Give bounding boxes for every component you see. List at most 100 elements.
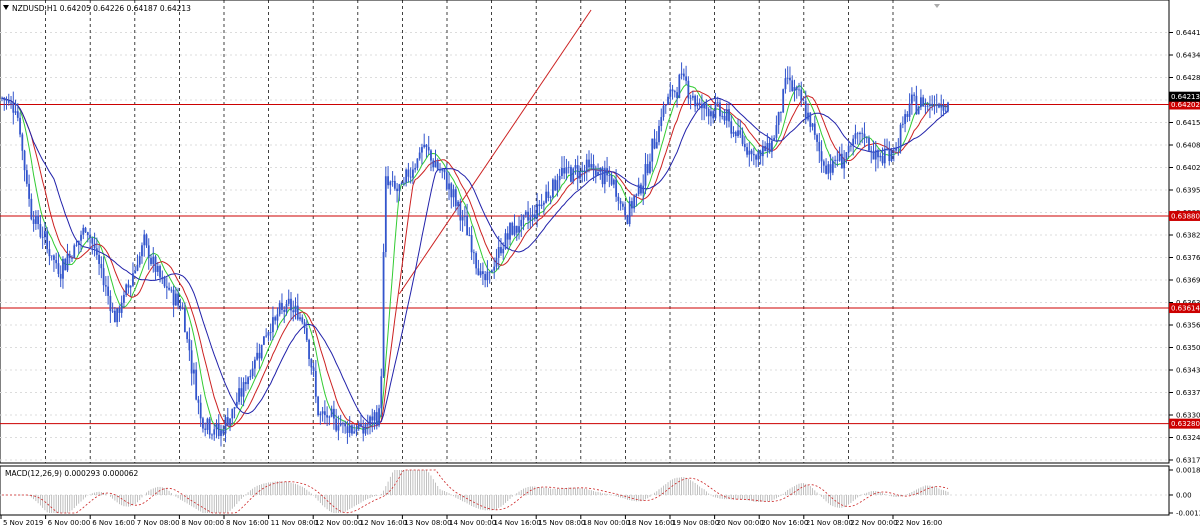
- candle-body: [111, 310, 114, 312]
- candle-body: [21, 134, 24, 151]
- candle-body: [314, 371, 317, 397]
- candle-body: [653, 138, 656, 149]
- candle-body: [409, 176, 412, 178]
- candle-body: [719, 102, 721, 117]
- candle-body: [475, 253, 478, 269]
- candle-body: [16, 111, 19, 118]
- x-tick-label: 12 Nov 16:00: [360, 519, 407, 527]
- candle-body: [188, 339, 191, 351]
- candle-body: [262, 336, 265, 345]
- candle-body: [678, 74, 681, 98]
- candle-body: [109, 295, 112, 311]
- candle-body: [748, 150, 751, 155]
- candle-body: [820, 151, 823, 162]
- candle-body: [134, 270, 137, 274]
- chart-svg: 0.644100.643450.642800.642150.641500.640…: [0, 0, 1200, 527]
- candle-body: [405, 169, 408, 183]
- y-tick-label: 0.63500: [1176, 344, 1200, 352]
- candle-body: [520, 219, 523, 227]
- candle-body: [549, 197, 552, 199]
- candle-body: [922, 97, 925, 107]
- candle-body: [400, 182, 403, 185]
- candle-body: [825, 165, 827, 174]
- candle-body: [915, 95, 918, 115]
- candle-body: [348, 425, 351, 433]
- candle-body: [364, 424, 367, 434]
- candle-body: [633, 195, 636, 209]
- candle-body: [716, 102, 719, 104]
- candle-body: [378, 408, 380, 426]
- candle-body: [118, 308, 121, 313]
- candle-body: [694, 95, 697, 107]
- candle-body: [154, 256, 157, 272]
- candle-body: [5, 99, 8, 101]
- candle-body: [687, 80, 690, 99]
- candle-body: [644, 164, 647, 186]
- candle-body: [705, 103, 708, 109]
- candle-body: [12, 102, 15, 113]
- candle-body: [664, 104, 667, 106]
- candle-body: [840, 153, 843, 169]
- candle-body: [305, 328, 308, 340]
- candle-body: [511, 222, 514, 235]
- candle-body: [215, 423, 218, 430]
- candle-body: [143, 234, 146, 246]
- candle-body: [752, 153, 755, 156]
- candle-body: [558, 175, 561, 181]
- x-tick-label: 20 Nov 16:00: [761, 519, 808, 527]
- level-badge-label: 0.63614: [1171, 305, 1200, 313]
- y-tick-label: 0.63825: [1176, 232, 1200, 240]
- candle-body: [872, 151, 875, 160]
- candle-body: [766, 143, 769, 152]
- candle-body: [570, 166, 572, 182]
- candle-body: [809, 112, 812, 127]
- main-plot-area[interactable]: [0, 0, 1170, 464]
- candle-body: [513, 225, 516, 235]
- y-tick-label: 0.63760: [1176, 254, 1200, 262]
- candle-body: [926, 105, 929, 107]
- candle-body: [594, 169, 597, 176]
- candle-body: [831, 160, 834, 173]
- x-tick-label: 18 Nov 00:00: [583, 519, 630, 527]
- candle-body: [660, 117, 663, 126]
- candle-body: [68, 254, 71, 258]
- x-tick-label: 14 Nov 00:00: [449, 519, 496, 527]
- candle-body: [741, 134, 744, 144]
- candle-body: [414, 167, 417, 170]
- candle-body: [671, 89, 674, 92]
- candle-body: [536, 204, 538, 219]
- candle-body: [608, 175, 611, 176]
- candle-body: [116, 308, 119, 323]
- candle-body: [290, 298, 292, 311]
- macd-title: MACD(12,26,9) 0.000293 0.000062: [5, 469, 139, 478]
- candle-body: [375, 412, 378, 426]
- candle-body: [646, 164, 649, 174]
- candle-body: [393, 181, 396, 189]
- candle-body: [920, 97, 922, 108]
- candle-body: [599, 167, 602, 173]
- candle-body: [37, 215, 40, 225]
- candle-body: [249, 375, 252, 378]
- candle-body: [226, 417, 229, 426]
- candle-body: [107, 286, 110, 296]
- candle-body: [940, 104, 943, 108]
- candle-body: [610, 175, 613, 185]
- candle-body: [606, 168, 608, 176]
- candle-body: [317, 396, 319, 416]
- candle-body: [802, 100, 805, 102]
- candle-body: [757, 151, 760, 160]
- candle-body: [127, 284, 130, 288]
- candle-body: [384, 176, 387, 253]
- x-tick-label: 22 Nov 00:00: [850, 519, 897, 527]
- candle-body: [509, 222, 511, 240]
- candle-body: [843, 158, 846, 169]
- candle-body: [287, 298, 290, 304]
- candle-body: [427, 147, 430, 151]
- candle-body: [786, 77, 789, 79]
- candle-body: [269, 332, 272, 333]
- candle-body: [195, 369, 198, 400]
- candle-body: [703, 103, 706, 109]
- candle-body: [161, 276, 164, 278]
- candle-body: [698, 102, 701, 105]
- candle-body: [935, 104, 938, 106]
